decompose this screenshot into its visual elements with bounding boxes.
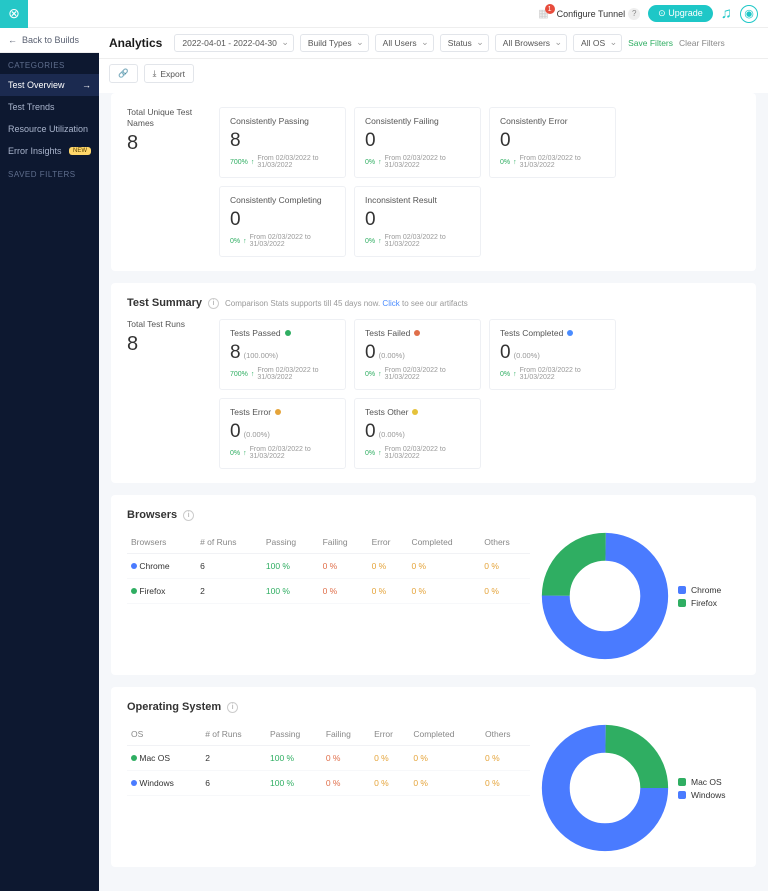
metric-tile: Tests Completed 0(0.00%) 0%↑From 02/03/2… [489, 319, 616, 390]
back-to-builds[interactable]: ←Back to Builds [0, 28, 99, 53]
os-table: OS# of RunsPassingFailingErrorCompletedO… [127, 723, 530, 796]
table-row: Mac OS 2100 %0 % 0 %0 %0 % [127, 746, 530, 771]
summary-subtext: Comparison Stats supports till 45 days n… [225, 299, 468, 308]
legend-item: Chrome [678, 585, 721, 595]
summary-total-value: 8 [127, 333, 205, 356]
link-icon-button[interactable]: 🔗 [109, 64, 138, 83]
os-title: Operating System [127, 701, 221, 713]
summary-click-link[interactable]: Click [382, 299, 399, 308]
table-row: Chrome 6100 %0 % 0 %0 %0 % [127, 554, 530, 579]
metric-tile: Tests Failed 0(0.00%) 0%↑From 02/03/2022… [354, 319, 481, 390]
browsers-card: Browsers i Browsers# of RunsPassingFailin… [111, 495, 756, 675]
sidebar-item-error-insights[interactable]: Error InsightsNEW [0, 140, 99, 162]
arrow-right-icon: → [82, 80, 91, 90]
info-icon[interactable]: i [208, 298, 219, 309]
table-row: Firefox 2100 %0 % 0 %0 %0 % [127, 579, 530, 604]
sidebar-heading-saved: SAVED FILTERS [0, 162, 99, 183]
metric-tile: Tests Passed 8(100.00%) 700%↑From 02/03/… [219, 319, 346, 390]
bell-icon[interactable]: ♫ [721, 5, 732, 22]
browsers-donut-chart [540, 531, 670, 661]
brand-logo[interactable]: ⊗ [0, 0, 28, 28]
upgrade-button[interactable]: ⊙ Upgrade [648, 5, 713, 22]
export-button[interactable]: ⤓Export [144, 64, 194, 83]
status-select[interactable]: Status [440, 34, 489, 52]
info-icon[interactable]: i [183, 510, 194, 521]
legend-item: Mac OS [678, 777, 725, 787]
metric-tile: Consistently Passing 8 700%↑From 02/03/2… [219, 107, 346, 178]
metric-tile: Tests Error 0(0.00%) 0%↑From 02/03/2022 … [219, 398, 346, 469]
table-row: Windows 6100 %0 % 0 %0 %0 % [127, 771, 530, 796]
arrow-left-icon: ← [8, 35, 17, 45]
sidebar-item-test-trends[interactable]: Test Trends [0, 96, 99, 118]
overview-total-label: Total Unique Test Names [127, 107, 205, 129]
os-donut-chart [540, 723, 670, 853]
overview-total-value: 8 [127, 132, 205, 155]
export-icon: ⤓ [153, 68, 157, 79]
notif-badge: 1 [545, 4, 555, 14]
grid-icon[interactable]: ▦1 [538, 7, 548, 20]
metric-tile: Tests Other 0(0.00%) 0%↑From 02/03/2022 … [354, 398, 481, 469]
metric-tile: Consistently Error 0 0%↑From 02/03/2022 … [489, 107, 616, 178]
metric-tile: Consistently Failing 0 0%↑From 02/03/202… [354, 107, 481, 178]
save-filters-link[interactable]: Save Filters [628, 38, 673, 48]
date-range-select[interactable]: 2022-04-01 - 2022-04-30 [174, 34, 294, 52]
metric-tile: Inconsistent Result 0 0%↑From 02/03/2022… [354, 186, 481, 257]
summary-card: Test Summary i Comparison Stats supports… [111, 283, 756, 483]
clear-filters-link[interactable]: Clear Filters [679, 38, 725, 48]
link-icon: 🔗 [118, 68, 129, 79]
new-badge: NEW [69, 147, 91, 155]
browsers-table: Browsers# of RunsPassingFailingErrorComp… [127, 531, 530, 604]
browsers-select[interactable]: All Browsers [495, 34, 567, 52]
help-icon[interactable]: ? [628, 8, 640, 20]
legend-item: Windows [678, 790, 725, 800]
sidebar-heading-categories: CATEGORIES [0, 53, 99, 74]
sidebar-item-resource-util[interactable]: Resource Utilization [0, 118, 99, 140]
browsers-title: Browsers [127, 509, 177, 521]
os-card: Operating System i OS# of RunsPassingFail… [111, 687, 756, 867]
summary-total-label: Total Test Runs [127, 319, 205, 330]
overview-card: Total Unique Test Names 8 Consistently P… [111, 93, 756, 271]
configure-tunnel-link[interactable]: Configure Tunnel ? [557, 8, 641, 20]
users-select[interactable]: All Users [375, 34, 434, 52]
os-select[interactable]: All OS [573, 34, 622, 52]
build-types-select[interactable]: Build Types [300, 34, 369, 52]
legend-item: Firefox [678, 598, 721, 608]
metric-tile: Consistently Completing 0 0%↑From 02/03/… [219, 186, 346, 257]
page-title: Analytics [109, 36, 162, 50]
info-icon[interactable]: i [227, 702, 238, 713]
summary-title: Test Summary [127, 297, 202, 309]
sidebar-item-test-overview[interactable]: Test Overview→ [0, 74, 99, 96]
avatar[interactable]: ◉ [740, 5, 758, 23]
